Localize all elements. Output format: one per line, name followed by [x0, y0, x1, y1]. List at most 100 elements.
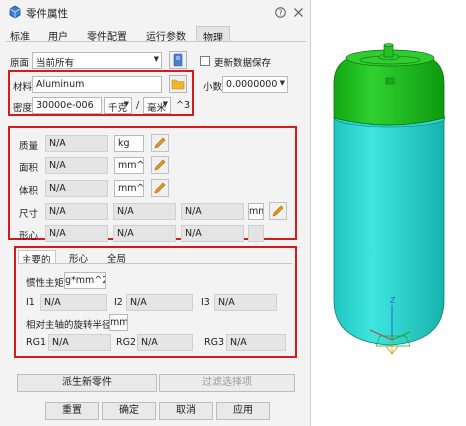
density-mass-unit-select[interactable]: 千克 ▼ [104, 97, 132, 114]
volume-field: N/A [45, 180, 108, 197]
part-properties-dialog: 零件属性 ? 标准 用户 零件配置 运行参数 物理 原面 当前所有 ▼ 更新数据… [0, 0, 311, 426]
centroid-z-value: N/A [185, 228, 202, 239]
dimension-label: 尺寸 [19, 209, 39, 220]
i1-field: N/A [40, 294, 107, 311]
chevron-down-icon: ▼ [123, 100, 129, 108]
part-icon [9, 5, 21, 19]
i3-label: I3 [201, 297, 210, 308]
update-data-checkbox[interactable] [200, 56, 210, 66]
filter-selection-button[interactable]: 过滤选择项 [159, 374, 295, 392]
area-unit[interactable]: mm^2 [114, 157, 144, 174]
rg2-label: RG2 [116, 337, 137, 348]
chevron-down-icon: ▼ [153, 55, 159, 63]
area-unit-value: mm^2 [118, 160, 144, 171]
inertia-unit-value: g*mm^2 [65, 275, 106, 286]
dimension-z-value: N/A [185, 206, 202, 217]
derive-new-part-button[interactable]: 派生新零件 [17, 374, 157, 392]
gyration-label: 相对主轴的旋转半径 [26, 320, 112, 331]
centroid-unit-field [248, 225, 264, 242]
chevron-down-icon: ▼ [279, 79, 285, 87]
decimal-select[interactable]: 0.0000000 ▼ [222, 76, 288, 93]
tab-standard[interactable]: 标准 [6, 26, 34, 43]
decimal-value: 0.0000000 [226, 79, 278, 90]
tab-user[interactable]: 用户 [44, 26, 72, 43]
update-data-label: 更新数据保存 [214, 58, 272, 69]
book-icon[interactable] [169, 51, 187, 69]
dimension-y-value: N/A [117, 206, 134, 217]
tab-part-config[interactable]: 零件配置 [82, 26, 132, 43]
mass-field: N/A [45, 135, 108, 152]
centroid-z-field: N/A [181, 225, 244, 242]
inertia-unit[interactable]: g*mm^2 [64, 272, 106, 289]
density-length-unit-select[interactable]: 毫米 ▼ [143, 97, 171, 114]
material-value: Aluminum [36, 79, 85, 90]
mass-unit-value: kg [118, 138, 130, 149]
material-label: 材料 [13, 82, 33, 93]
main-tabs: 标准 用户 零件配置 运行参数 物理 [6, 26, 306, 44]
inertia-subtabs: 主要的 形心 全局 [18, 250, 288, 266]
pencil-icon[interactable] [151, 179, 169, 197]
volume-value: N/A [49, 183, 66, 194]
area-value: N/A [49, 160, 66, 171]
i2-value: N/A [130, 297, 147, 308]
dimension-y-field: N/A [113, 203, 176, 220]
rg2-field: N/A [137, 334, 193, 351]
volume-unit[interactable]: mm^3 [114, 180, 144, 197]
material-field[interactable]: Aluminum [32, 76, 162, 93]
subtab-divider [18, 263, 292, 264]
tank-cap [333, 43, 445, 126]
folder-icon[interactable] [169, 75, 187, 93]
rg1-value: N/A [52, 337, 69, 348]
rg2-value: N/A [141, 337, 158, 348]
origin-value: 当前所有 [36, 58, 75, 69]
title-bar: 零件属性 ? [0, 0, 311, 26]
dimension-z-field: N/A [181, 203, 244, 220]
i2-label: I2 [114, 297, 123, 308]
apply-button[interactable]: 应用 [216, 402, 270, 420]
dimension-unit[interactable]: mm [248, 203, 264, 220]
rg3-field: N/A [226, 334, 286, 351]
density-field[interactable]: 30000e-006 [32, 97, 102, 114]
i3-field: N/A [214, 294, 277, 311]
subtab-principal[interactable]: 主要的 [18, 250, 56, 266]
mass-value: N/A [49, 138, 66, 149]
help-icon[interactable]: ? [275, 7, 286, 18]
volume-unit-value: mm^3 [118, 183, 144, 194]
close-icon[interactable] [293, 7, 304, 18]
centroid-y-field: N/A [113, 225, 176, 242]
ok-button[interactable]: 确定 [102, 402, 156, 420]
i1-label: I1 [26, 297, 35, 308]
density-power: ^3 [176, 100, 191, 111]
area-field: N/A [45, 157, 108, 174]
tab-physical[interactable]: 物理 [196, 26, 230, 44]
reset-button[interactable]: 重置 [45, 402, 99, 420]
gyration-unit[interactable]: mm [109, 314, 128, 331]
rg3-value: N/A [230, 337, 247, 348]
density-value: 30000e-006 [36, 100, 94, 111]
centroid-x-value: N/A [49, 228, 66, 239]
pencil-icon[interactable] [151, 134, 169, 152]
chevron-down-icon: ▼ [162, 100, 168, 108]
3d-model-viewport[interactable]: Z [320, 0, 466, 426]
density-separator: / [136, 100, 140, 111]
pencil-icon[interactable] [151, 156, 169, 174]
rg3-label: RG3 [204, 337, 225, 348]
rg1-label: RG1 [26, 337, 47, 348]
mass-unit[interactable]: kg [114, 135, 144, 152]
svg-text:Z: Z [390, 296, 396, 305]
origin-select[interactable]: 当前所有 ▼ [32, 52, 162, 69]
gyration-unit-value: mm [110, 317, 128, 328]
subtab-centroid[interactable]: 形心 [66, 250, 94, 265]
tank-body [333, 108, 446, 346]
dimension-unit-value: mm [249, 206, 263, 217]
tab-run-params[interactable]: 运行参数 [140, 26, 192, 43]
subtab-global[interactable]: 全局 [104, 250, 132, 265]
i1-value: N/A [44, 297, 61, 308]
i3-value: N/A [218, 297, 235, 308]
cancel-button[interactable]: 取消 [159, 402, 213, 420]
area-label: 面积 [19, 163, 39, 174]
inertia-label: 惯性主矩 [26, 278, 65, 289]
window-title: 零件属性 [26, 8, 68, 20]
svg-text:?: ? [279, 8, 283, 17]
pencil-icon[interactable] [269, 202, 287, 220]
